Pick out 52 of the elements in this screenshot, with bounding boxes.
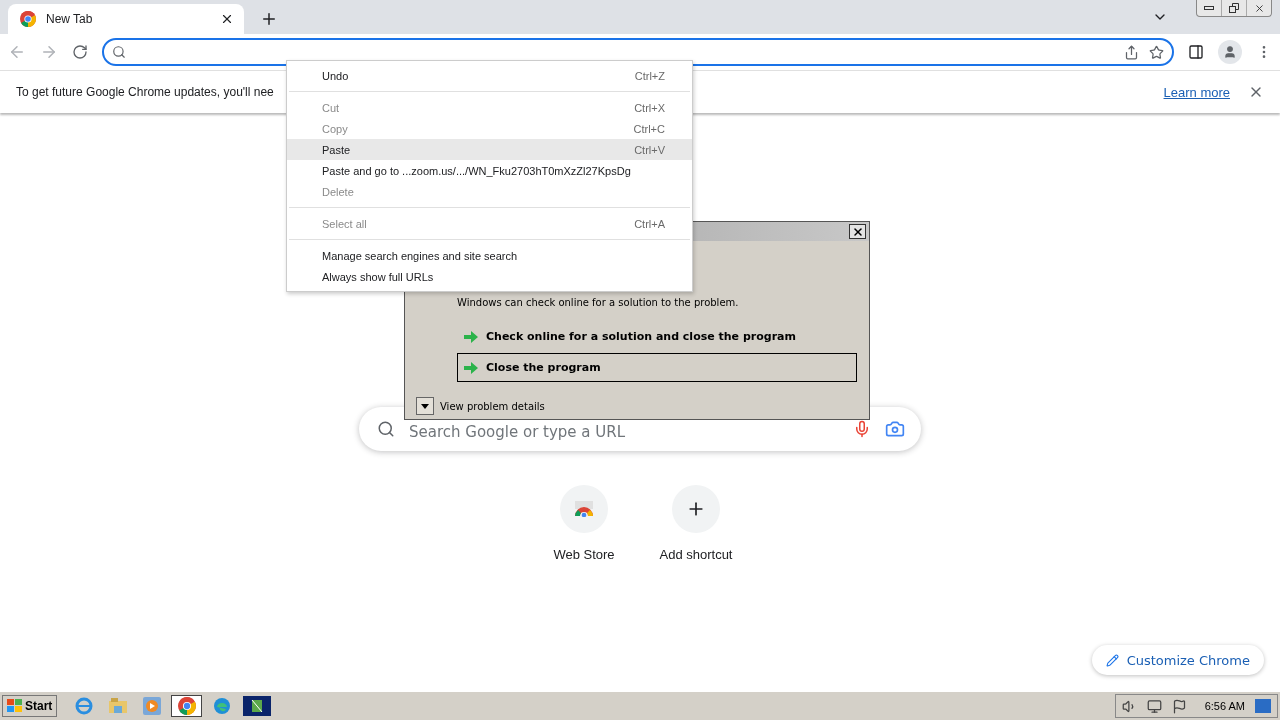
windows-logo-icon (7, 699, 23, 713)
menu-item[interactable]: Undo Ctrl+Z (287, 65, 692, 86)
close-icon (1253, 2, 1265, 14)
shortcut-label: Add shortcut (659, 547, 733, 562)
microphone-icon[interactable] (853, 420, 871, 438)
new-tab-icon[interactable] (260, 10, 278, 28)
edge-icon (212, 697, 231, 715)
start-button[interactable]: Start (2, 695, 58, 717)
dialog-option[interactable]: Check online for a solution and close the program (457, 322, 857, 351)
dialog-close-button[interactable] (849, 224, 866, 239)
dialog-option[interactable]: Close the program (457, 353, 857, 382)
shortcut-label: Web Store (553, 547, 615, 562)
caret-icon (421, 403, 429, 409)
chrome-icon (177, 697, 196, 715)
update-message: To get future Google Chrome updates, you'll nee (16, 85, 275, 99)
menu-item[interactable]: Paste and go to ...zoom.us/.../WN_Fku2703hT0mXzZl27KpsDg (287, 160, 692, 181)
app-window-icon (242, 696, 271, 716)
learn-more-link[interactable]: Learn more (1163, 84, 1230, 100)
details-label: View problem details (440, 400, 545, 412)
minimize-icon (1204, 6, 1214, 10)
menu-item[interactable]: Manage search engines and site search (287, 245, 692, 266)
network-icon[interactable] (1146, 698, 1162, 714)
tab-title: New Tab (46, 12, 94, 26)
menu-item[interactable]: Always show full URLs (287, 266, 692, 287)
arrow-icon (464, 330, 478, 343)
browser-tab[interactable]: New Tab (8, 4, 244, 34)
side-panel-icon[interactable] (1188, 44, 1204, 60)
bookmark-star-icon[interactable] (1149, 44, 1164, 60)
camera-icon[interactable] (885, 419, 905, 439)
web-store-icon (574, 501, 594, 517)
dialog-message: Windows can check online for a solution to the problem. (457, 297, 740, 308)
chrome-icon (20, 11, 36, 27)
share-icon[interactable] (1124, 44, 1139, 60)
close-icon (851, 225, 864, 238)
search-icon (112, 45, 126, 59)
restore-icon (1229, 3, 1239, 13)
clock: 6:56 AM (1204, 700, 1245, 712)
profile-avatar[interactable] (1218, 40, 1242, 64)
customize-chrome-button[interactable]: Customize Chrome (1091, 645, 1264, 675)
close-tab-icon[interactable] (220, 12, 234, 26)
details-toggle-button[interactable] (416, 397, 434, 415)
reload-icon[interactable] (72, 44, 88, 60)
media-player-icon[interactable] (143, 697, 162, 715)
search-icon (377, 420, 395, 438)
arrow-icon (464, 361, 478, 374)
menu-item[interactable]: Paste Ctrl+V (287, 139, 692, 160)
taskbar-button[interactable] (241, 695, 273, 717)
shortcut-tile[interactable] (560, 485, 608, 533)
shortcut-tile[interactable] (672, 485, 720, 533)
pencil-icon (1105, 653, 1119, 667)
flag-icon[interactable] (1171, 698, 1187, 714)
taskbar-button[interactable] (171, 695, 203, 717)
